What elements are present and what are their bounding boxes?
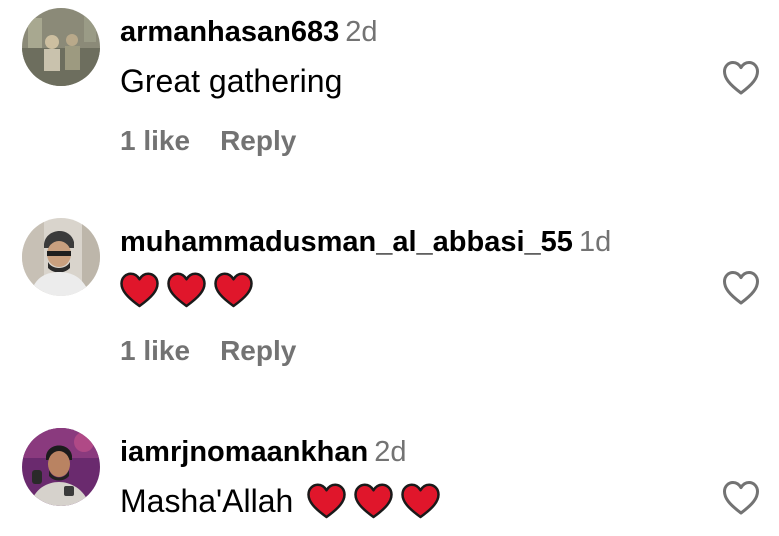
avatar[interactable] <box>22 428 100 506</box>
avatar[interactable] <box>22 218 100 296</box>
comment-text: Masha'Allah <box>120 482 441 520</box>
heart-outline-icon[interactable] <box>722 60 760 96</box>
like-count[interactable]: 1 like <box>120 335 190 366</box>
like-count[interactable]: 1 like <box>120 125 190 156</box>
red-heart-emoji-icon <box>167 272 206 308</box>
emoji-group <box>307 483 441 519</box>
heart-outline-icon[interactable] <box>722 270 760 306</box>
comment-header: armanhasan683 2d <box>120 14 378 50</box>
red-heart-emoji-icon <box>401 483 441 519</box>
heart-outline-icon[interactable] <box>722 480 760 516</box>
red-heart-emoji-icon <box>354 483 394 519</box>
emoji-group <box>120 272 253 308</box>
comment-actions: 1 like Reply <box>120 334 296 368</box>
comment-text <box>120 272 253 308</box>
timestamp[interactable]: 2d <box>374 436 406 468</box>
timestamp[interactable]: 1d <box>579 226 611 258</box>
username[interactable]: armanhasan683 <box>120 16 339 48</box>
comment-header: iamrjnomaankhan 2d <box>120 434 406 470</box>
comment-actions: 1 like Reply <box>120 124 296 158</box>
red-heart-emoji-icon <box>307 483 347 519</box>
red-heart-emoji-icon <box>120 272 159 308</box>
reply-button[interactable]: Reply <box>220 335 296 366</box>
red-heart-emoji-icon <box>214 272 253 308</box>
comment-body: Great gathering <box>120 63 343 99</box>
avatar[interactable] <box>22 8 100 86</box>
comment-body: Masha'Allah <box>120 483 294 519</box>
username[interactable]: muhammadusman_al_abbasi_55 <box>120 226 573 258</box>
comment-header: muhammadusman_al_abbasi_55 1d <box>120 224 611 260</box>
comment-text: Great gathering <box>120 62 356 100</box>
reply-button[interactable]: Reply <box>220 125 296 156</box>
timestamp[interactable]: 2d <box>345 16 377 48</box>
username[interactable]: iamrjnomaankhan <box>120 436 368 468</box>
